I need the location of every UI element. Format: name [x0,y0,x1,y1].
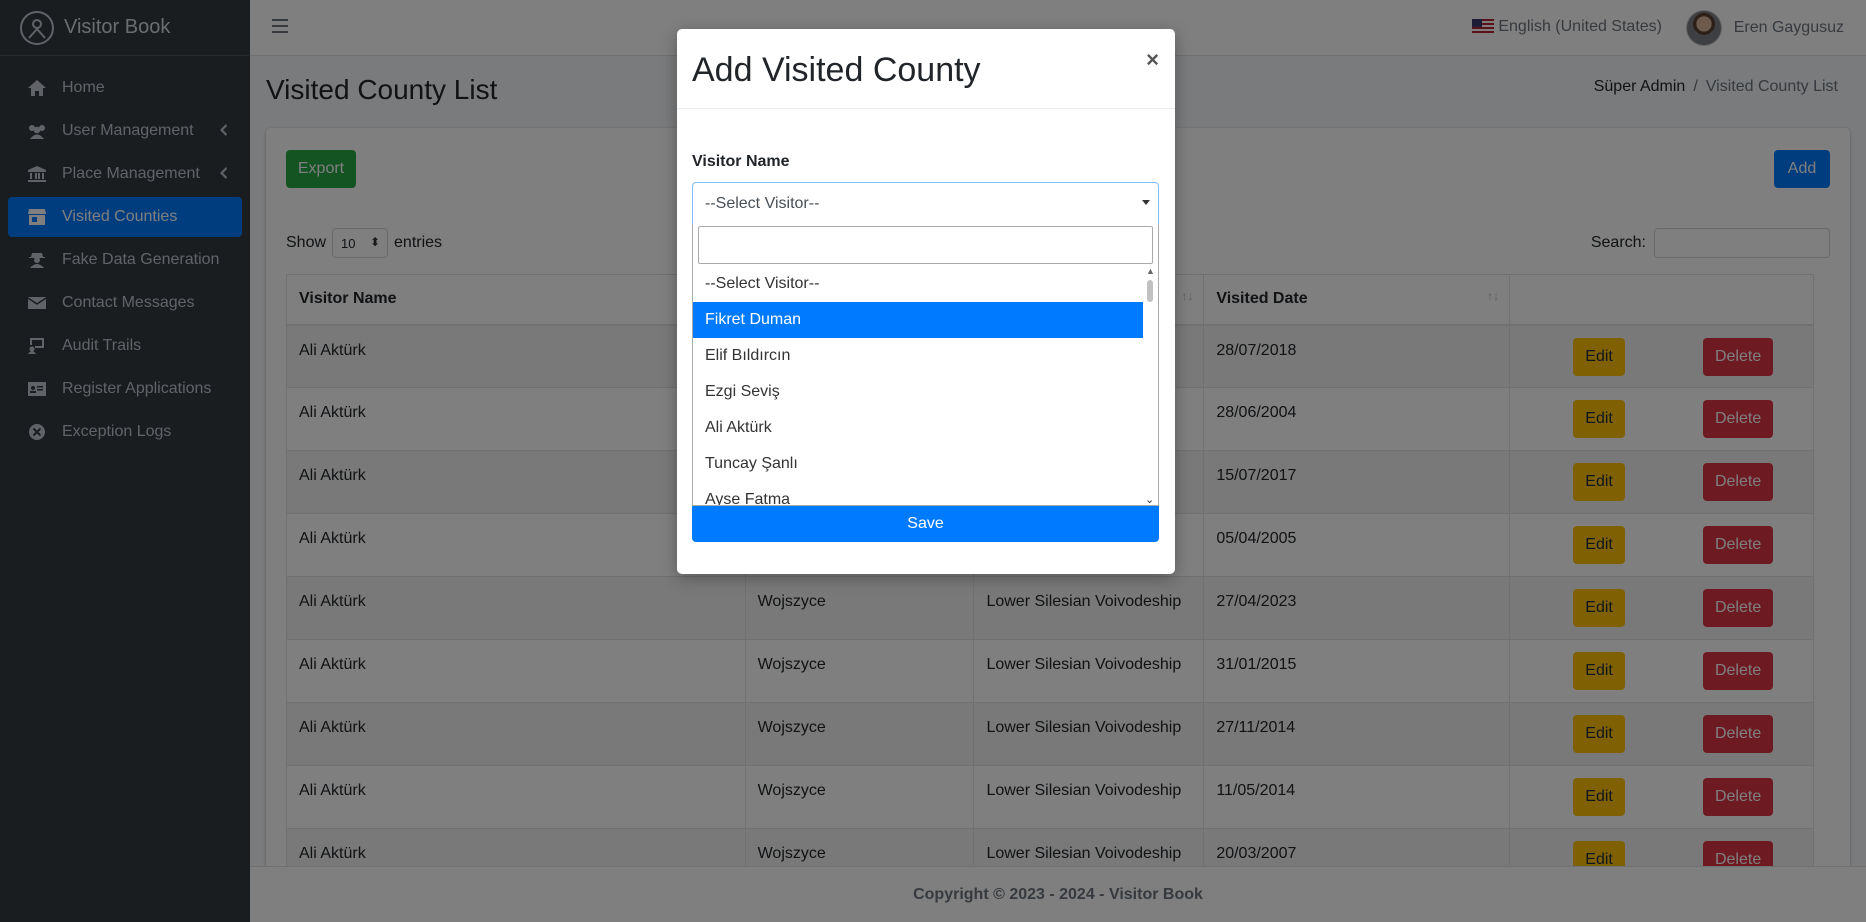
visitor-select-value: --Select Visitor-- [705,194,820,212]
scrollbar-thumb[interactable] [1147,280,1153,302]
dropdown-option[interactable]: Elif Bıldırcın [693,338,1143,374]
dropdown-option[interactable]: Fikret Duman [693,302,1143,338]
dropdown-option[interactable]: --Select Visitor-- [693,266,1143,302]
caret-down-icon [1142,200,1150,205]
dropdown-options: --Select Visitor-- Fikret Duman Elif Bıldı… [693,266,1143,505]
scroll-up-icon[interactable]: ▲ [1146,266,1155,276]
modal-header: Add Visited County × [677,29,1175,109]
add-visited-county-modal: Add Visited County × Visitor Name --Sele… [677,29,1175,574]
dropdown-scrollbar[interactable]: ▲ ⌄ [1144,266,1156,505]
visitor-name-label: Visitor Name [692,153,790,170]
visitor-dropdown: --Select Visitor-- Fikret Duman Elif Bıldı… [692,224,1159,506]
dropdown-option[interactable]: Ayse Fatma [693,482,1143,505]
dropdown-option[interactable]: Tuncay Şanlı [693,446,1143,482]
scroll-down-icon[interactable]: ⌄ [1145,493,1154,505]
dropdown-search-input[interactable] [698,226,1153,264]
dropdown-option[interactable]: Ali Aktürk [693,410,1143,446]
dropdown-option[interactable]: Ezgi Seviş [693,374,1143,410]
modal-title: Add Visited County [692,51,981,89]
save-button[interactable]: Save [692,506,1159,542]
close-icon[interactable]: × [1146,47,1159,73]
visitor-select[interactable]: --Select Visitor-- [692,182,1159,224]
